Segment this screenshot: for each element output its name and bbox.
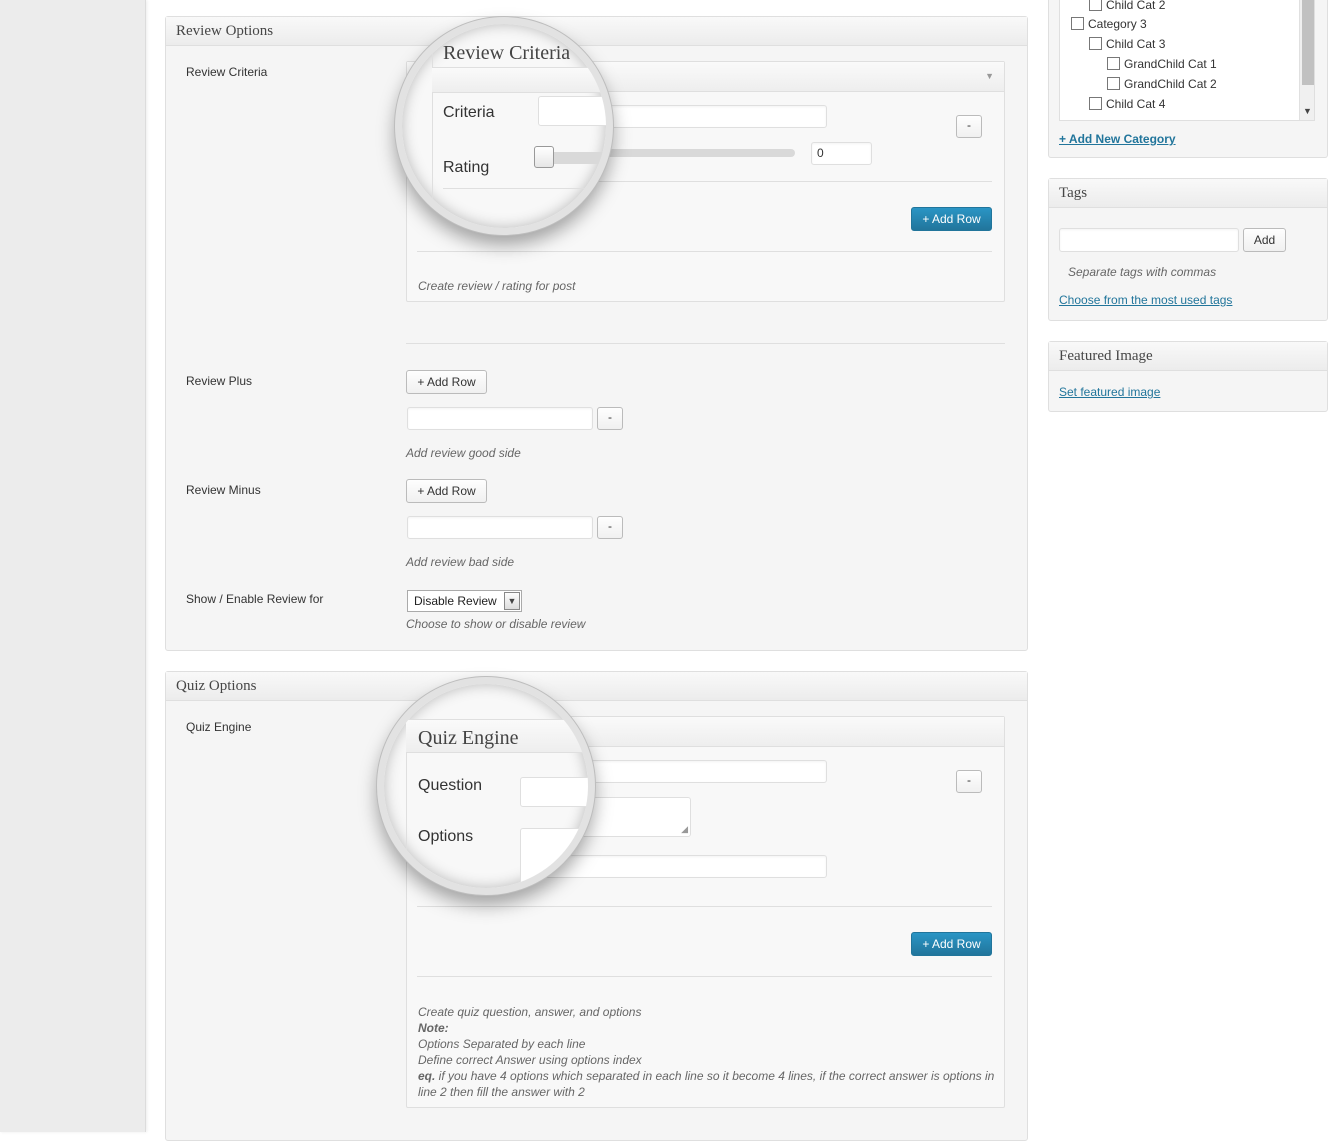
- add-criteria-row-button[interactable]: + Add Row: [911, 207, 992, 231]
- featured-image-title: Featured Image: [1049, 342, 1327, 371]
- quiz-note-line: Define correct Answer using options inde…: [418, 1053, 642, 1067]
- scroll-thumb[interactable]: [1302, 0, 1314, 85]
- divider: [417, 906, 992, 907]
- scroll-down-icon[interactable]: ▼: [1303, 106, 1312, 116]
- category-item[interactable]: Child Cat 3: [1089, 37, 1165, 51]
- review-enable-select[interactable]: Disable Review ▼: [407, 590, 522, 612]
- quiz-note-label: Note:: [418, 1021, 449, 1035]
- category-checklist[interactable]: Child Cat 2 Category 3 Child Cat 3 Grand…: [1059, 0, 1315, 121]
- review-criteria-label: Review Criteria: [186, 65, 268, 79]
- category-label: Child Cat 2: [1106, 0, 1166, 12]
- review-criteria-magnifier: Review Criteria Criteria Rating: [395, 17, 613, 235]
- dropdown-arrow-icon[interactable]: ▼: [504, 592, 520, 610]
- quiz-eq-text: if you have 4 options which separated in…: [418, 1069, 995, 1099]
- review-minus-input[interactable]: [407, 516, 593, 539]
- quiz-options-title: Quiz Options: [166, 672, 1027, 701]
- review-plus-input[interactable]: [407, 407, 593, 430]
- quiz-engine-magnifier: Quiz Engine Question Options: [377, 677, 595, 895]
- add-quiz-row-button[interactable]: + Add Row: [911, 932, 992, 956]
- add-tag-button[interactable]: Add: [1243, 228, 1286, 252]
- magnifier-criteria-input: [538, 96, 606, 126]
- magnifier-slider-handle: [534, 146, 554, 168]
- checkbox[interactable]: [1071, 17, 1084, 30]
- review-plus-description: Add review good side: [406, 446, 521, 460]
- review-minus-label: Review Minus: [186, 483, 261, 497]
- magnifier-options-label: Options: [418, 828, 474, 845]
- review-minus-description: Add review bad side: [406, 555, 515, 569]
- magnifier-question-label: Question: [418, 777, 483, 794]
- magnifier-quiz-title: Quiz Engine: [418, 727, 519, 749]
- category-label: GrandChild Cat 2: [1124, 77, 1217, 91]
- category-item[interactable]: Category 3: [1071, 17, 1147, 31]
- category-item[interactable]: Child Cat 4: [1089, 97, 1165, 111]
- magnifier-review-title: Review Criteria: [443, 42, 571, 64]
- quiz-engine-description: Create quiz question, answer, and option…: [418, 1004, 996, 1100]
- category-item[interactable]: GrandChild Cat 1: [1107, 57, 1217, 71]
- quiz-engine-label: Quiz Engine: [186, 720, 252, 734]
- featured-image-box: Featured Image: [1048, 341, 1328, 412]
- review-enable-select-value: Disable Review: [414, 594, 497, 608]
- checkbox[interactable]: [1107, 57, 1120, 70]
- collapse-arrow-icon[interactable]: ▼: [985, 71, 994, 81]
- quiz-note-line: Options Separated by each line: [418, 1037, 586, 1051]
- magnifier-options-input: [520, 828, 588, 888]
- admin-sidebar-background: [0, 0, 146, 1132]
- remove-plus-button[interactable]: -: [597, 407, 623, 430]
- quiz-description-line: Create quiz question, answer, and option…: [418, 1005, 642, 1019]
- checkbox[interactable]: [1089, 97, 1102, 110]
- divider: [417, 251, 992, 252]
- resize-handle-icon[interactable]: ◢: [681, 824, 688, 835]
- category-label: Child Cat 4: [1106, 97, 1166, 111]
- remove-minus-button[interactable]: -: [597, 516, 623, 539]
- set-featured-image-link[interactable]: Set featured image: [1059, 385, 1160, 399]
- category-label: Child Cat 3: [1106, 37, 1166, 51]
- tags-hint: Separate tags with commas: [1068, 265, 1217, 279]
- category-item[interactable]: GrandChild Cat 2: [1107, 77, 1217, 91]
- quiz-example: eq. if you have 4 options which separate…: [418, 1068, 996, 1100]
- divider: [406, 343, 1005, 344]
- review-criteria-description: Create review / rating for post: [418, 279, 576, 293]
- category-label: GrandChild Cat 1: [1124, 57, 1217, 71]
- choose-most-used-tags-link[interactable]: Choose from the most used tags: [1059, 293, 1232, 307]
- checkbox[interactable]: [1089, 37, 1102, 50]
- magnifier-criteria-label: Criteria: [443, 104, 495, 121]
- add-plus-row-button[interactable]: + Add Row: [406, 370, 487, 394]
- show-enable-description: Choose to show or disable review: [406, 617, 586, 631]
- magnifier-question-input: [520, 777, 588, 807]
- review-plus-label: Review Plus: [186, 374, 253, 388]
- category-item[interactable]: Child Cat 2: [1089, 0, 1165, 12]
- divider: [417, 976, 992, 977]
- magnifier-rating-label: Rating: [443, 159, 490, 176]
- show-enable-review-label: Show / Enable Review for: [186, 592, 324, 606]
- category-scrollbar[interactable]: ▼: [1299, 0, 1314, 120]
- rating-value-input[interactable]: 0: [811, 142, 872, 165]
- category-label: Category 3: [1088, 17, 1147, 31]
- quiz-eq-label: eq.: [418, 1069, 436, 1083]
- remove-quiz-row-button[interactable]: -: [956, 770, 982, 793]
- remove-criteria-button[interactable]: -: [956, 115, 982, 138]
- tag-input[interactable]: [1059, 228, 1239, 252]
- add-new-category-link[interactable]: + Add New Category: [1059, 132, 1176, 146]
- add-minus-row-button[interactable]: + Add Row: [406, 479, 487, 503]
- checkbox[interactable]: [1107, 77, 1120, 90]
- tags-title: Tags: [1049, 179, 1327, 208]
- checkbox[interactable]: [1089, 0, 1102, 11]
